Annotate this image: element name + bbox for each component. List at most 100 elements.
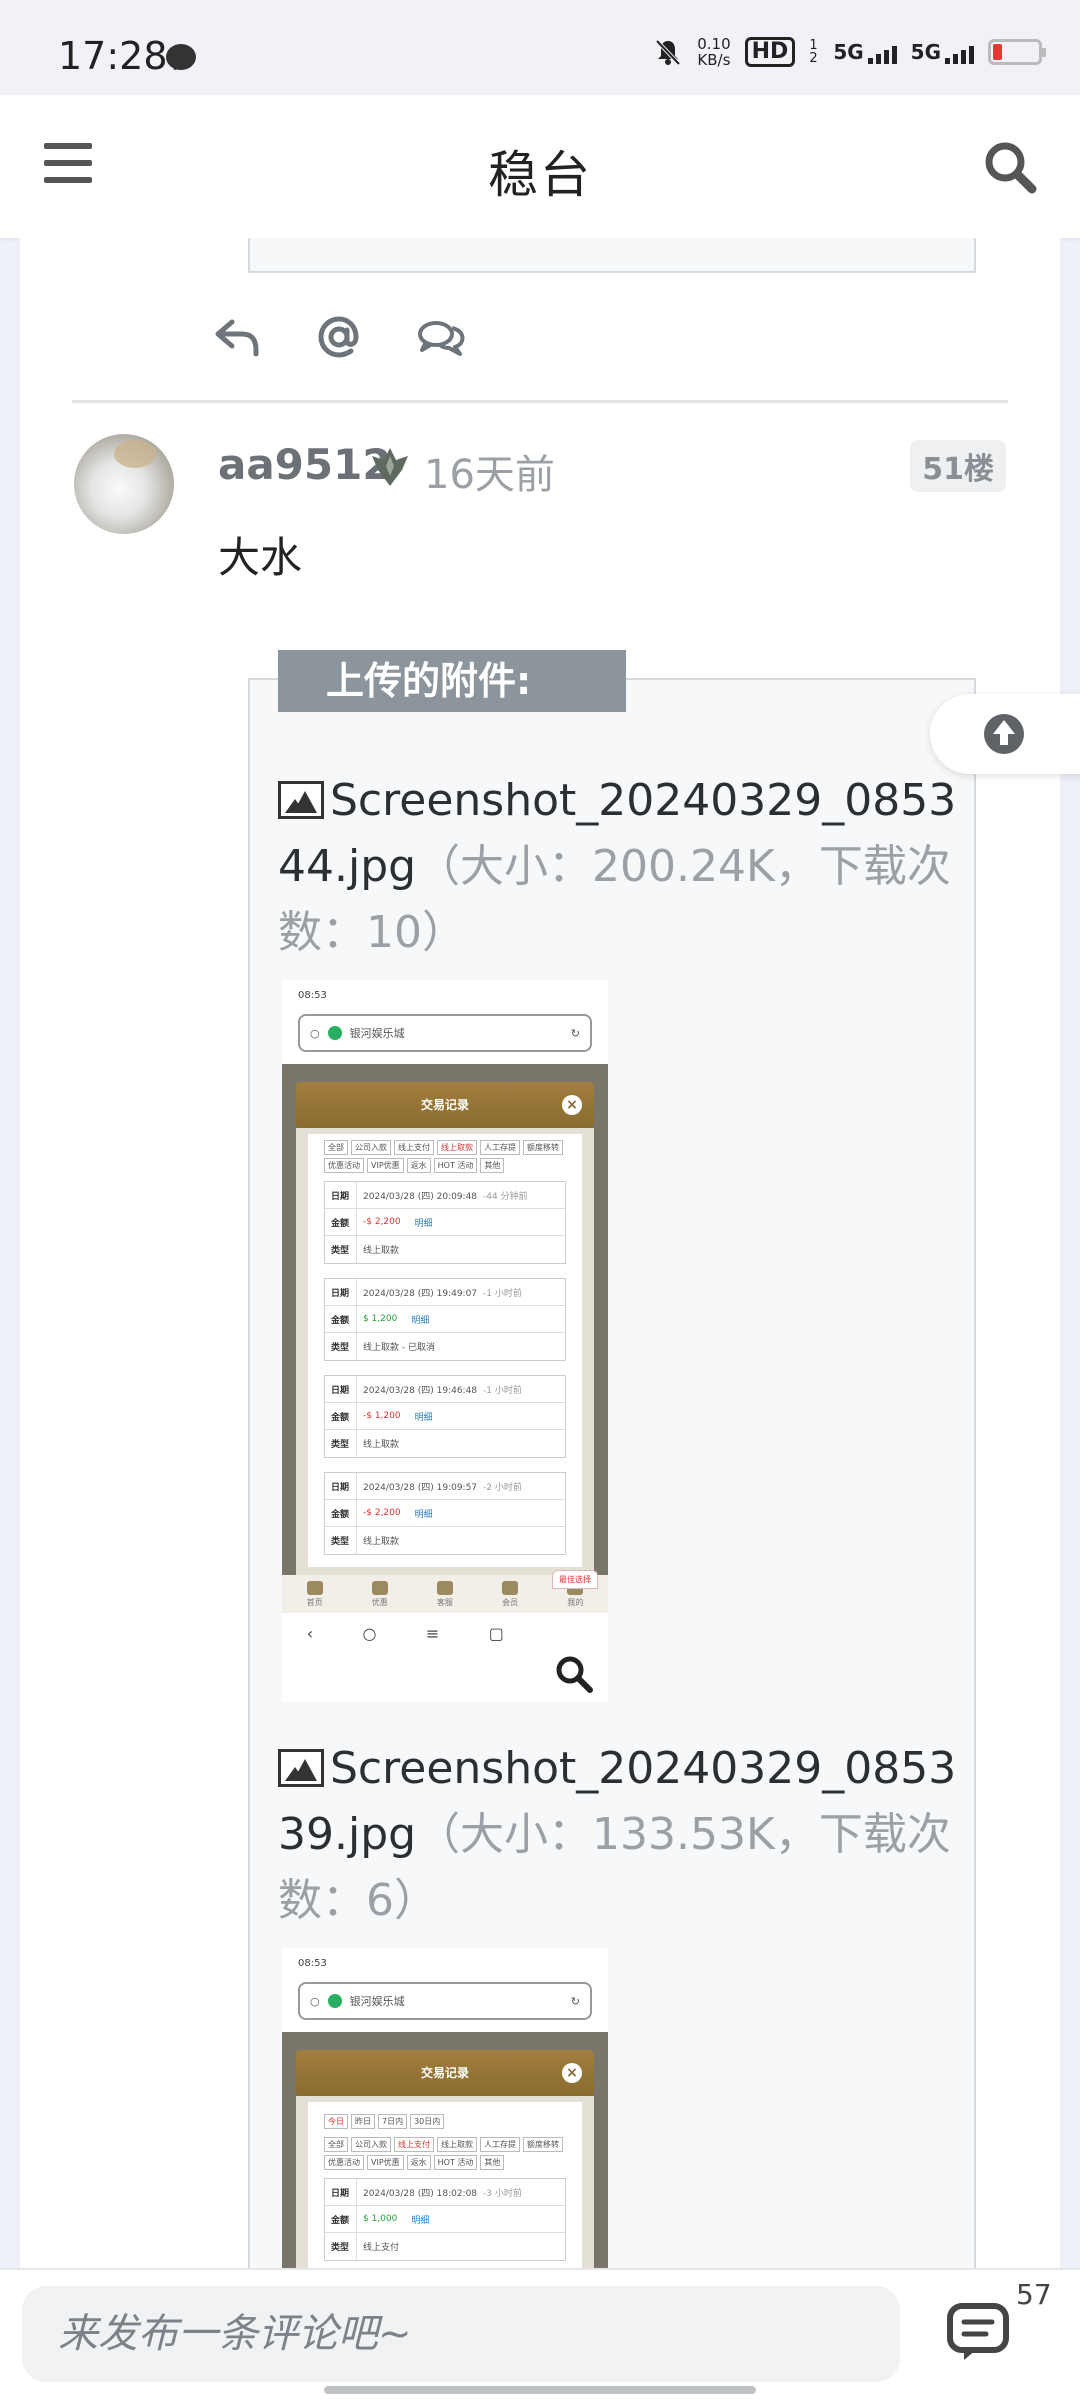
- thumb-modal-title: 交易记录: [420, 2066, 469, 2080]
- thumb-browser-toolbar: ‹ ○ ≡ ▢: [282, 1613, 608, 1653]
- thumb-record: 日期 2024/03/28 (四) 18:02:08 -3 小时前 金额 $ 1,00…: [324, 2178, 566, 2261]
- thumb-label: 日期: [325, 1473, 357, 1499]
- thumb-label: 类型: [325, 1527, 357, 1554]
- search-icon[interactable]: [982, 139, 1038, 195]
- quoted-content-end: [248, 238, 976, 273]
- app-header: 稳台: [0, 95, 1080, 238]
- thumb-modal-body: 今日 昨日 7日内 30日内 全部 公司入款 线上支付 线上取款 人工存提 额度…: [296, 2096, 594, 2268]
- post-time: 16天前: [424, 452, 555, 498]
- arrow-up-icon: [984, 714, 1024, 754]
- thumb-detail-link: 明细: [414, 1218, 433, 1229]
- home-indicator[interactable]: [324, 2386, 756, 2394]
- signal-sim2: 5G: [911, 40, 974, 64]
- thumb-nav-item: 会员: [502, 1581, 519, 1613]
- zoom-icon[interactable]: [554, 1654, 594, 1694]
- thumb-nav-item: 首页: [306, 1581, 323, 1613]
- sim2-label: 5G: [910, 40, 941, 64]
- thumb-back-icon: ‹: [306, 1623, 314, 1643]
- thumb-filter: 公司入款: [351, 1140, 391, 1155]
- thumb-refresh-icon: ↻: [570, 1994, 580, 2008]
- thumb-filter: 公司入款: [351, 2137, 391, 2152]
- attachments-label: 上传的附件:: [278, 650, 626, 712]
- thumb-range: 7日内: [378, 2114, 408, 2129]
- thumb-close-icon: ×: [562, 2063, 582, 2083]
- thumb-nav-item: 优惠: [371, 1581, 388, 1613]
- thumb-search-icon: ○: [310, 1994, 320, 2008]
- thumb-shield-icon: [327, 1994, 342, 2008]
- battery-icon: [988, 39, 1046, 65]
- image-file-icon: [278, 1749, 324, 1787]
- thumb-label: 日期: [325, 2179, 357, 2205]
- network-speed-value: 0.10: [697, 35, 731, 53]
- thumb-filter: 全部: [324, 1140, 348, 1155]
- thumb-range: 昨日: [351, 2114, 375, 2129]
- thumb-modal-header: 交易记录 ×: [296, 1082, 594, 1128]
- thumb-record-ago: -2 小时前: [483, 1482, 522, 1493]
- thumb-record: 日期 2024/03/28 (四) 19:49:07 -1 小时前 金额 $ 1,20…: [324, 1278, 566, 1361]
- thumb-record-ago: -44 分钟前: [483, 1191, 528, 1202]
- thumb-filter: 线上支付: [394, 1140, 434, 1155]
- screen: 17:28 0.10 KB/s HD 1 2 5G 5G 稳台 aa9512 1…: [0, 0, 1080, 2400]
- thumb-detail-link: 明细: [414, 1509, 433, 1520]
- thumb-badge: 最佳选择: [552, 1570, 598, 1589]
- thumb-label: 金额: [325, 1209, 357, 1235]
- floor-badge: 51楼: [910, 440, 1006, 492]
- thumb-address-bar: ○ 银河娱乐城 ↻: [298, 1982, 592, 2020]
- thumb-filter: 返水: [406, 1158, 431, 1173]
- reply-icon[interactable]: [210, 310, 264, 364]
- thumb-filter: 额度移转: [523, 2137, 563, 2152]
- thumb-modal-body: 全部 公司入款 线上支付 线上取款 人工存提 额度移转 优惠活动 VIP优惠 返…: [296, 1128, 594, 1575]
- comment-input[interactable]: 来发布一条评论吧~: [22, 2286, 900, 2382]
- thumb-status-time: 08:53: [298, 990, 327, 1001]
- thumb-filter: 额度移转: [523, 1140, 563, 1155]
- thumb-nav-label: 客服: [436, 1598, 453, 1607]
- scroll-to-top-button[interactable]: [930, 694, 1080, 774]
- thumb-label: 金额: [325, 1403, 357, 1429]
- message-notification-icon: [166, 44, 196, 70]
- post-thread: aa9512 16天前 51楼 大水 上传的附件: Screenshot_202…: [20, 238, 1060, 2268]
- attachment-thumbnail[interactable]: 08:53 ○ 银河娱乐城 ↻ 交易记录 × 全部 公司入款 线上支付 线上取款…: [282, 980, 608, 1702]
- thumb-record-ago: -1 小时前: [483, 1385, 522, 1396]
- avatar[interactable]: [74, 434, 174, 534]
- thumb-range: 30日内: [410, 2114, 445, 2129]
- thumb-modal-overlay: 交易记录 × 今日 昨日 7日内 30日内 全部 公司入款 线上支付 线上取款 …: [282, 2032, 608, 2268]
- comment-bubbles-icon[interactable]: [414, 310, 468, 364]
- thumb-modal-overlay: 交易记录 × 全部 公司入款 线上支付 线上取款 人工存提 额度移转 优惠活动: [282, 1064, 608, 1575]
- thumb-label: 类型: [325, 1333, 357, 1360]
- thumb-nav-label: 优惠: [371, 1598, 388, 1607]
- network-speed: 0.10 KB/s: [697, 36, 730, 68]
- status-time: 17:28: [58, 34, 168, 78]
- post-username[interactable]: aa9512: [218, 440, 392, 489]
- thumb-record-amount: -$ 2,200: [363, 1508, 401, 1518]
- attachment-link[interactable]: Screenshot_20240329_085344.jpg（大小：200.24…: [278, 768, 958, 966]
- thumb-record-amount: -$ 1,200: [363, 1411, 401, 1421]
- thumb-filter: VIP优惠: [367, 1158, 404, 1173]
- thumb-filter: 优惠活动: [324, 1158, 364, 1173]
- thumb-record-date: 2024/03/28 (四) 18:02:08: [363, 2188, 478, 2199]
- status-bar: 17:28 0.10 KB/s HD 1 2 5G 5G: [0, 0, 1080, 95]
- mention-icon[interactable]: [312, 310, 366, 364]
- thumb-refresh-icon: ↻: [570, 1026, 580, 1040]
- thumb-record-list: 全部 公司入款 线上支付 线上取款 人工存提 额度移转 优惠活动 VIP优惠 返…: [308, 1134, 582, 1567]
- thumb-status-time: 08:53: [298, 1958, 327, 1969]
- thumb-filter-active: 线上取款: [437, 1140, 477, 1155]
- thumb-record-type: 线上支付: [363, 2243, 400, 2253]
- thumb-label: 金额: [325, 2206, 357, 2232]
- thumb-record-date: 2024/03/28 (四) 19:46:48: [363, 1385, 478, 1396]
- comments-icon[interactable]: [946, 2302, 1010, 2362]
- attachment-link[interactable]: Screenshot_20240329_085339.jpg（大小：133.53…: [278, 1736, 958, 1934]
- thumb-label: 类型: [325, 1236, 357, 1263]
- hd-sub: 1 2: [809, 38, 818, 66]
- thumb-record-amount: $ 1,000: [363, 2214, 398, 2224]
- thumb-record: 日期 2024/03/28 (四) 19:09:57 -2 小时前 金额 -$ 2,2…: [324, 1472, 566, 1555]
- post-actions: [210, 310, 468, 364]
- attachment-thumbnail[interactable]: 08:53 ○ 银河娱乐城 ↻ 交易记录 × 今日 昨日 7日内 30日内 全部…: [282, 1948, 608, 2268]
- sim1-label: 5G: [833, 40, 864, 64]
- level-badge-icon: [372, 448, 408, 486]
- thumb-filter: 线上取款: [437, 2137, 477, 2152]
- thumb-menu-icon: ≡: [425, 1623, 440, 1643]
- thumb-filter: HOT 活动: [433, 2155, 478, 2170]
- thumb-nav-label: 会员: [502, 1598, 519, 1607]
- thumb-address-bar: ○ 银河娱乐城 ↻: [298, 1014, 592, 1052]
- hd-badge: HD: [744, 37, 796, 67]
